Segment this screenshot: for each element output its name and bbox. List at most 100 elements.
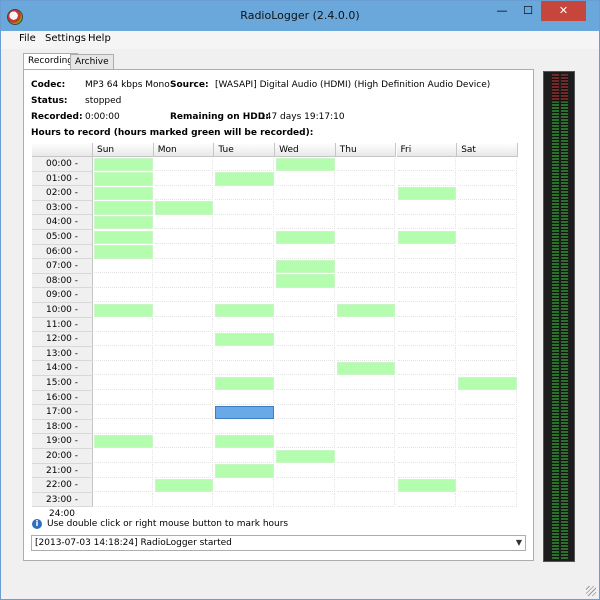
hour-cell[interactable] [215, 172, 275, 186]
hour-cell[interactable] [94, 391, 153, 405]
menu-settings[interactable]: Settings [45, 33, 86, 44]
hour-cell[interactable] [336, 157, 396, 172]
hour-cell[interactable] [458, 245, 517, 259]
hour-cell[interactable] [397, 420, 457, 434]
hour-cell[interactable] [458, 464, 517, 478]
hour-cell[interactable] [397, 376, 457, 391]
hour-cell[interactable] [458, 376, 517, 391]
chevron-down-icon[interactable]: ▼ [513, 536, 525, 550]
hour-cell[interactable] [94, 405, 153, 420]
hour-cell[interactable] [154, 332, 214, 347]
hour-cell[interactable] [397, 318, 457, 332]
hour-cell[interactable] [397, 157, 457, 172]
hour-cell[interactable] [276, 259, 335, 274]
tab-archive[interactable]: Archive [70, 54, 114, 69]
hour-cell[interactable] [215, 493, 275, 507]
hour-cell[interactable] [215, 405, 275, 420]
hour-cell[interactable] [458, 420, 517, 434]
hour-cell[interactable] [458, 215, 517, 230]
hour-cell[interactable] [276, 434, 335, 449]
hour-cell[interactable] [397, 288, 457, 303]
hour-cell[interactable] [458, 391, 517, 405]
hour-cell[interactable] [336, 215, 396, 230]
hour-cell[interactable] [154, 215, 214, 230]
hour-cell[interactable] [397, 259, 457, 274]
hour-cell[interactable] [154, 245, 214, 259]
hour-cell[interactable] [458, 449, 517, 464]
hour-cell[interactable] [215, 478, 275, 493]
hour-cell[interactable] [458, 186, 517, 201]
hour-cell[interactable] [215, 201, 275, 215]
hour-cell[interactable] [276, 318, 335, 332]
hour-cell[interactable] [154, 391, 214, 405]
hour-cell[interactable] [336, 405, 396, 420]
hour-cell[interactable] [397, 303, 457, 318]
hour-cell[interactable] [94, 215, 153, 230]
hour-cell[interactable] [458, 230, 517, 245]
hour-cell[interactable] [94, 303, 153, 318]
hour-cell[interactable] [215, 376, 275, 391]
hour-cell[interactable] [397, 274, 457, 288]
hour-cell[interactable] [458, 157, 517, 172]
hour-cell[interactable] [154, 303, 214, 318]
hour-cell[interactable] [397, 215, 457, 230]
hour-cell[interactable] [276, 420, 335, 434]
hour-cell[interactable] [276, 376, 335, 391]
hour-cell[interactable] [397, 449, 457, 464]
hour-cell[interactable] [154, 478, 214, 493]
hour-cell[interactable] [336, 376, 396, 391]
hour-cell[interactable] [276, 201, 335, 215]
hour-cell[interactable] [94, 201, 153, 215]
hour-cell[interactable] [215, 332, 275, 347]
hour-cell[interactable] [397, 201, 457, 215]
hour-cell[interactable] [336, 449, 396, 464]
hour-cell[interactable] [336, 332, 396, 347]
hour-cell[interactable] [336, 464, 396, 478]
hour-cell[interactable] [336, 347, 396, 361]
hour-cell[interactable] [397, 478, 457, 493]
hour-cell[interactable] [94, 464, 153, 478]
hour-cell[interactable] [458, 478, 517, 493]
hour-cell[interactable] [458, 259, 517, 274]
resize-grip-icon[interactable] [586, 586, 596, 596]
hour-cell[interactable] [94, 361, 153, 376]
hour-cell[interactable] [276, 157, 335, 172]
hour-cell[interactable] [94, 332, 153, 347]
hour-cell[interactable] [458, 303, 517, 318]
hour-cell[interactable] [154, 186, 214, 201]
hour-cell[interactable] [276, 332, 335, 347]
hour-cell[interactable] [276, 245, 335, 259]
hour-cell[interactable] [458, 361, 517, 376]
hour-cell[interactable] [336, 259, 396, 274]
hour-cell[interactable] [215, 274, 275, 288]
hour-cell[interactable] [94, 376, 153, 391]
hour-cell[interactable] [215, 157, 275, 172]
hour-cell[interactable] [215, 464, 275, 478]
minimize-button[interactable]: — [489, 1, 515, 21]
hour-cell[interactable] [215, 318, 275, 332]
close-button[interactable]: ✕ [541, 1, 586, 21]
log-dropdown[interactable]: [2013-07-03 14:18:24] RadioLogger starte… [31, 535, 526, 551]
hour-cell[interactable] [336, 186, 396, 201]
hour-cell[interactable] [154, 347, 214, 361]
hour-cell[interactable] [397, 347, 457, 361]
hour-cell[interactable] [458, 288, 517, 303]
hour-cell[interactable] [276, 288, 335, 303]
hour-cell[interactable] [397, 361, 457, 376]
hour-cell[interactable] [458, 405, 517, 420]
hour-cell[interactable] [336, 318, 396, 332]
hour-cell[interactable] [336, 420, 396, 434]
hour-cell[interactable] [94, 347, 153, 361]
hour-cell[interactable] [215, 186, 275, 201]
hour-cell[interactable] [154, 449, 214, 464]
hour-cell[interactable] [276, 405, 335, 420]
hour-cell[interactable] [276, 274, 335, 288]
hour-cell[interactable] [94, 230, 153, 245]
hour-cell[interactable] [397, 391, 457, 405]
hour-cell[interactable] [276, 215, 335, 230]
hour-cell[interactable] [215, 434, 275, 449]
hour-cell[interactable] [336, 391, 396, 405]
hour-cell[interactable] [458, 172, 517, 186]
hour-cell[interactable] [154, 274, 214, 288]
hour-cell[interactable] [336, 361, 396, 376]
